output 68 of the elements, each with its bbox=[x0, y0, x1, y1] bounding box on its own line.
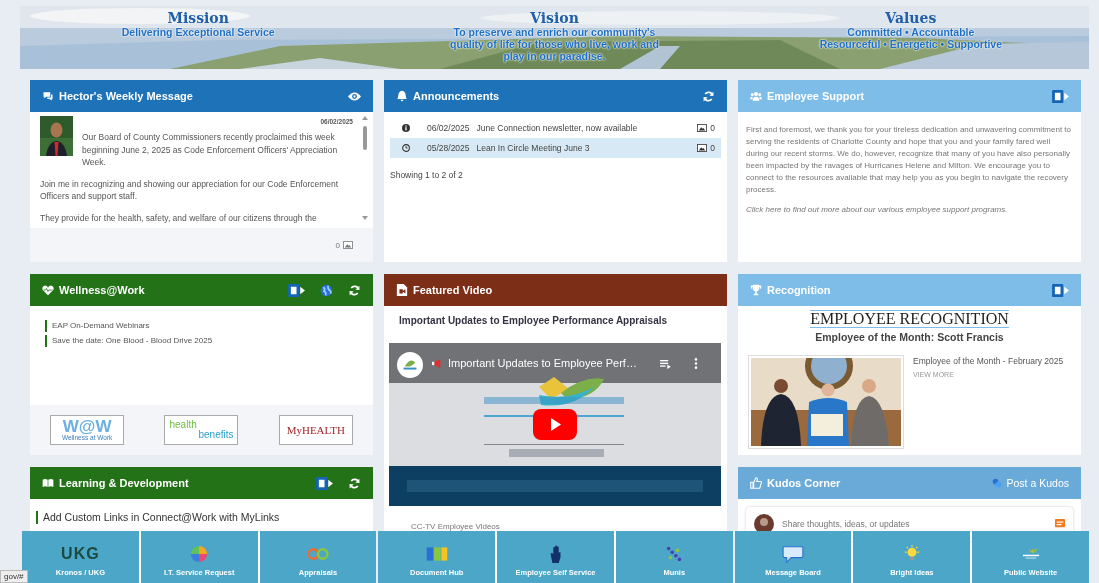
document-arrow-icon[interactable] bbox=[316, 475, 333, 491]
banner-heading: Vision bbox=[530, 11, 579, 26]
results-summary: Showing 1 to 2 of 2 bbox=[390, 170, 464, 180]
document-arrow-icon[interactable] bbox=[1052, 282, 1069, 298]
documents-icon bbox=[425, 545, 448, 563]
video-file-icon bbox=[396, 284, 408, 296]
refresh-icon[interactable] bbox=[348, 476, 361, 490]
learning-link[interactable]: Add Custom Links in Connect@Work with MyLinks bbox=[36, 511, 280, 524]
playlist-icon[interactable] bbox=[660, 360, 671, 369]
message-paragraph: They provide for the health, safety, and welfare of our citizens through the bbox=[40, 211, 318, 224]
partner-logo[interactable]: MyHEALTH bbox=[278, 415, 353, 445]
channel-name[interactable]: CC-TV Employee Videos bbox=[389, 506, 722, 531]
video-title[interactable]: Important Updates to Employee Performance Appraisals bbox=[389, 306, 722, 334]
photo-count: 0 bbox=[335, 240, 340, 250]
clock-icon bbox=[402, 144, 410, 152]
banner-text: quality of life for those who live, work and bbox=[450, 38, 659, 50]
card-title: Employee Support bbox=[767, 90, 865, 102]
banner-heading: Mission bbox=[167, 11, 229, 26]
status-url: gov/# bbox=[0, 570, 28, 583]
recognition-heading: EMPLOYEE RECOGNITION bbox=[810, 310, 1009, 328]
announcement-row[interactable]: 05/28/2025 Lean In Circle Meeting June 3 0 bbox=[390, 138, 721, 158]
megaphone-icon bbox=[432, 359, 442, 368]
wellness-link[interactable]: Save the date: One Blood - Blood Drive 2025 bbox=[45, 335, 213, 347]
banner-heading: Values bbox=[885, 11, 937, 26]
globe-icon[interactable] bbox=[320, 283, 333, 297]
card-title: Hector's Weekly Message bbox=[59, 90, 193, 102]
message-paragraph: Join me in recognizing and showing our appreciation for our Code Enforcement Officers and support staff. bbox=[40, 177, 340, 203]
info-icon bbox=[402, 124, 410, 132]
card-title: Wellness@Work bbox=[59, 284, 145, 296]
book-icon bbox=[42, 477, 54, 489]
image-icon bbox=[697, 144, 708, 152]
wellness-link[interactable]: EAP On-Demand Webinars bbox=[45, 320, 150, 332]
eye-icon[interactable] bbox=[348, 89, 361, 103]
refresh-icon[interactable] bbox=[702, 89, 715, 103]
banner-text: play in our paradise. bbox=[503, 50, 606, 62]
play-button[interactable] bbox=[533, 409, 577, 440]
refresh-icon[interactable] bbox=[348, 283, 361, 297]
message-paragraph: Our Board of County Commissioners recently proclaimed this week beginning June 2, 2025 as Code Enforcement Officers' Appreciation Week. bbox=[82, 131, 339, 169]
post-input-field[interactable]: Share thoughts, ideas, or updates bbox=[780, 518, 1049, 530]
player-title[interactable]: Important Updates to Employee Perf… bbox=[448, 357, 637, 369]
banner-text: Resourceful • Energetic • Supportive bbox=[819, 38, 1003, 50]
support-paragraph: First and foremost, we thank you for your tireless dedication and unwavering commitment to serving the residents of Charlotte County and hope that you and your family fared well during our recent storms. We do, however, recognize that many of you have also personally been impacted by the ravages of Hurricanes Helene and Milton. We encourage you to connect to the resources available that may help you as you begin to navigate the recovery process. bbox=[746, 124, 1073, 196]
banner-text: To preserve and enrich our community's bbox=[453, 26, 656, 38]
channel-avatar[interactable] bbox=[397, 352, 423, 378]
card-title: Featured Video bbox=[413, 284, 493, 296]
banner-text: Delivering Exceptional Service bbox=[121, 26, 275, 38]
support-link[interactable]: Click here to find out more about our various employee support programs. bbox=[746, 205, 1008, 214]
card-title: Recognition bbox=[767, 284, 831, 296]
rings-icon bbox=[306, 545, 329, 563]
document-arrow-icon[interactable] bbox=[288, 282, 305, 298]
banner-text: Committed • Accountable bbox=[847, 26, 975, 38]
chat-icon bbox=[42, 90, 54, 102]
image-icon bbox=[697, 124, 708, 132]
bell-icon bbox=[396, 90, 408, 102]
image-icon bbox=[343, 241, 353, 249]
thumbs-up-icon bbox=[750, 477, 762, 489]
recognition-subheading: Employee of the Month: Scott Francis bbox=[815, 331, 1004, 343]
document-arrow-icon[interactable] bbox=[1052, 88, 1069, 104]
trophy-icon bbox=[750, 284, 762, 296]
card-title: Kudos Corner bbox=[767, 477, 841, 489]
more-icon[interactable] bbox=[694, 358, 698, 369]
card-title: Learning & Development bbox=[59, 477, 189, 489]
card-title: Announcements bbox=[413, 90, 500, 102]
post-kudos-button[interactable]: Post a Kudos bbox=[991, 477, 1069, 489]
heart-icon bbox=[42, 284, 54, 296]
speech-bubble-icon bbox=[782, 545, 805, 563]
partner-logo[interactable]: health benefits bbox=[164, 415, 239, 445]
message-icon[interactable] bbox=[1055, 519, 1065, 529]
